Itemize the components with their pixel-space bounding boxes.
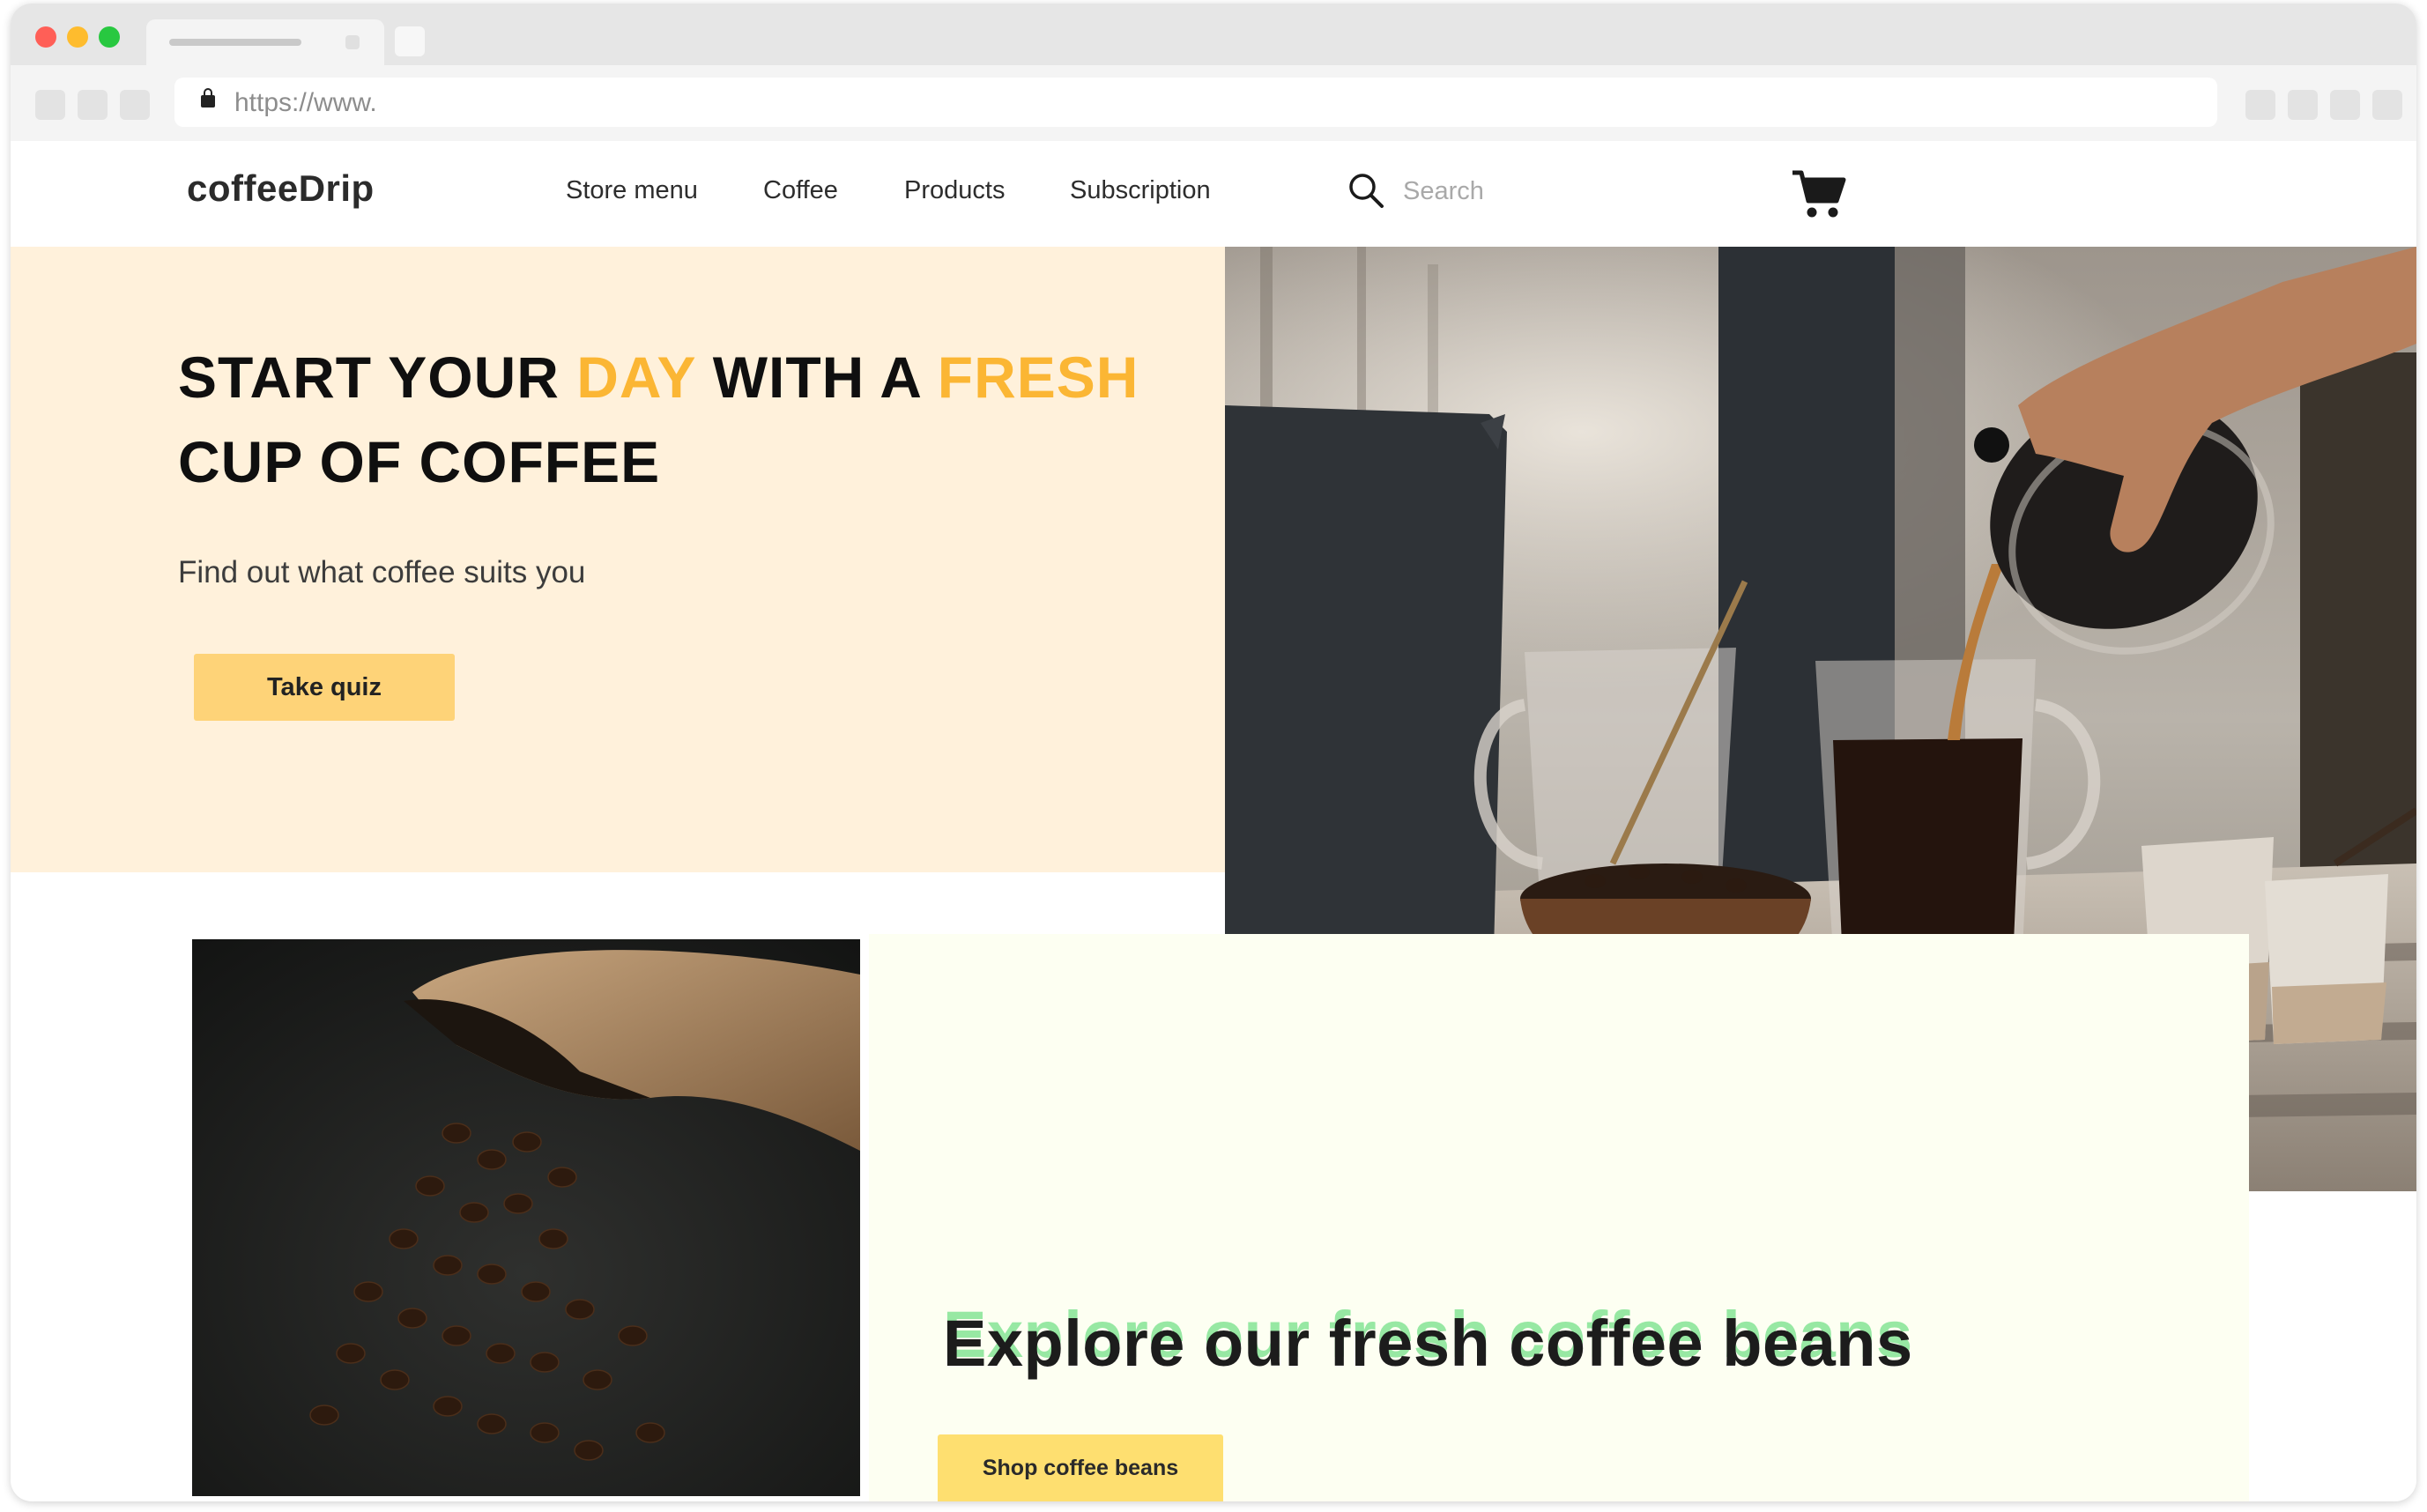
nav-products[interactable]: Products — [904, 176, 1005, 205]
take-quiz-button[interactable]: Take quiz — [194, 654, 455, 721]
shop-coffee-beans-button[interactable]: Shop coffee beans — [938, 1434, 1223, 1501]
forward-button[interactable] — [78, 90, 108, 120]
coffee-beans-bag-image — [192, 939, 860, 1496]
hero-section: START YOUR DAY WITH A FRESH CUP OF COFFEE… — [11, 247, 1225, 872]
new-tab-button[interactable] — [395, 26, 425, 56]
hero-title-accent: DAY — [576, 345, 696, 410]
hero-subtitle: Find out what coffee suits you — [178, 555, 586, 589]
search-icon[interactable] — [1347, 171, 1385, 210]
extension-button[interactable] — [2330, 90, 2360, 120]
minimize-window-button[interactable] — [67, 26, 88, 48]
hero-title-text: WITH A — [695, 345, 938, 410]
close-window-button[interactable] — [35, 26, 56, 48]
explore-section — [869, 934, 2249, 1501]
maximize-window-button[interactable] — [99, 26, 120, 48]
tab-strip — [11, 4, 2416, 65]
explore-title: Explore our fresh coffee beans — [943, 1307, 1913, 1380]
cart-icon[interactable] — [1791, 167, 1847, 220]
tab-close-icon[interactable] — [345, 35, 360, 49]
site-logo[interactable]: coffeeDrip — [187, 167, 375, 210]
browser-chrome: https://www. — [11, 4, 2416, 141]
extension-button[interactable] — [2288, 90, 2318, 120]
menu-button[interactable] — [2372, 90, 2402, 120]
search-input[interactable] — [1401, 171, 1669, 211]
hero-title-accent: FRESH — [937, 345, 1139, 410]
browser-tab[interactable] — [146, 19, 384, 65]
browser-window: https://www. coffeeDrip Store menu Coffe… — [11, 4, 2416, 1501]
url-text: https://www. — [234, 88, 377, 117]
reload-button[interactable] — [120, 90, 150, 120]
tab-title-placeholder — [169, 39, 301, 46]
site-header: coffeeDrip Store menu Coffee Products Su… — [11, 141, 2416, 247]
lock-icon — [201, 88, 215, 107]
hero-title: START YOUR DAY WITH A FRESH CUP OF COFFEE — [178, 335, 1191, 504]
hero-title-text: START YOUR — [178, 345, 577, 410]
hero-title-text: CUP OF COFFEE — [178, 429, 661, 494]
address-bar[interactable]: https://www. — [174, 78, 2217, 127]
nav-subscription[interactable]: Subscription — [1070, 176, 1211, 205]
back-button[interactable] — [35, 90, 65, 120]
nav-coffee[interactable]: Coffee — [763, 176, 838, 205]
extension-button[interactable] — [2245, 90, 2275, 120]
nav-store-menu[interactable]: Store menu — [566, 176, 698, 205]
